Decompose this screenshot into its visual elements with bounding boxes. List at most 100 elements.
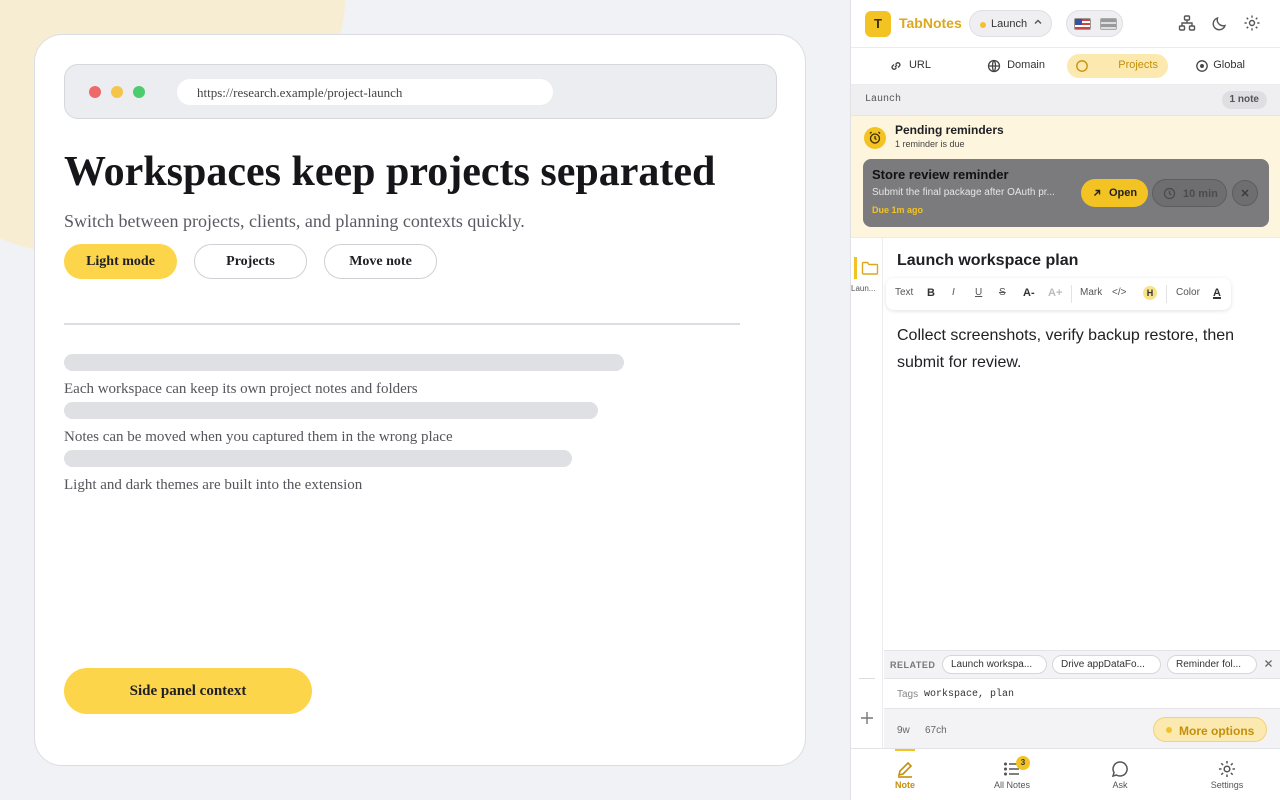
related-chip[interactable]: Reminder fol...	[1167, 655, 1257, 674]
related-chip[interactable]: Launch workspa...	[942, 655, 1047, 674]
language-toggle[interactable]	[1066, 10, 1123, 37]
address-bar[interactable]: https://research.example/project-launch	[177, 79, 553, 105]
tab-url[interactable]: URL	[881, 54, 941, 78]
circle-icon	[1076, 60, 1088, 72]
gear-icon[interactable]	[1243, 14, 1263, 34]
related-label: RELATED	[890, 660, 936, 670]
highlight-button[interactable]: H	[1143, 286, 1157, 300]
code-button[interactable]: </>	[1112, 287, 1126, 298]
increase-size-button[interactable]: A+	[1048, 287, 1062, 299]
plus-icon	[861, 712, 873, 724]
formatting-toolbar: Text B I U S A- A+ Mark </> H Color A	[886, 278, 1231, 310]
reminder-body: Submit the final package after OAuth pr.…	[872, 187, 1055, 198]
snooze-label: 10 min	[1183, 188, 1218, 200]
reminders-title: Pending reminders	[895, 123, 1004, 137]
minimize-dot-icon	[111, 86, 123, 98]
workspace-dot-icon	[980, 22, 986, 28]
reminders-section: Pending reminders 1 reminder is due Stor…	[851, 116, 1280, 238]
decrease-size-button[interactable]: A-	[1023, 287, 1035, 299]
note-title[interactable]: Launch workspace plan	[897, 252, 1078, 270]
bottom-nav: Note 3 All Notes Ask Settings	[851, 748, 1280, 800]
note-body[interactable]: Collect screenshots, verify backup resto…	[897, 322, 1257, 376]
reminder-title: Store review reminder	[872, 167, 1009, 182]
toolbar-separator	[1071, 285, 1072, 303]
bold-button[interactable]: B	[927, 287, 935, 299]
tab-global[interactable]: Global	[1187, 54, 1255, 78]
gear-icon	[1219, 761, 1235, 777]
workspace-selector[interactable]: Launch	[969, 10, 1052, 37]
open-reminder-button[interactable]: Open	[1081, 179, 1148, 207]
nav-all-notes[interactable]: 3 All Notes	[972, 749, 1052, 800]
close-dot-icon	[89, 86, 101, 98]
folder-icon	[861, 261, 879, 275]
page-headline: Workspaces keep projects separated	[64, 149, 716, 195]
scope-tabs: URL Domain Projects Global	[851, 48, 1280, 85]
projects-button[interactable]: Projects	[194, 244, 307, 279]
color-button[interactable]: Color	[1176, 287, 1200, 298]
list-item: Notes can be moved when you captured the…	[64, 429, 453, 445]
moon-icon[interactable]	[1211, 14, 1231, 34]
target-icon	[1196, 60, 1208, 72]
mark-button[interactable]: Mark	[1080, 287, 1102, 298]
reminders-subtitle: 1 reminder is due	[895, 139, 965, 149]
tab-projects[interactable]: Projects	[1067, 54, 1168, 78]
list-item: Each workspace can keep its own project …	[64, 381, 418, 397]
nav-settings-label: Settings	[1210, 780, 1244, 790]
side-panel-context-button[interactable]: Side panel context	[64, 668, 312, 714]
more-options-label: More options	[1179, 724, 1255, 738]
nav-note[interactable]: Note	[865, 749, 945, 800]
browser-chrome: https://research.example/project-launch	[64, 64, 777, 119]
nav-note-label: Note	[895, 780, 915, 790]
dismiss-reminder-button[interactable]	[1232, 180, 1258, 206]
arrow-up-right-icon	[1094, 189, 1101, 196]
close-icon	[1241, 189, 1249, 197]
nav-settings[interactable]: Settings	[1187, 749, 1267, 800]
add-folder-button[interactable]	[857, 710, 877, 730]
rail-divider	[859, 678, 875, 679]
us-flag-icon[interactable]	[1074, 18, 1091, 30]
italic-button[interactable]: I	[952, 287, 955, 298]
tags-value[interactable]: workspace, plan	[924, 689, 1014, 700]
more-options-button[interactable]: More options	[1153, 717, 1267, 742]
strikethrough-button[interactable]: S	[999, 287, 1006, 298]
alarm-clock-icon	[864, 127, 886, 149]
tab-domain[interactable]: Domain	[979, 54, 1055, 78]
underline-button[interactable]: U	[975, 287, 982, 298]
skeleton-bar	[64, 402, 598, 419]
nav-all-notes-label: All Notes	[993, 780, 1030, 790]
app-name: TabNotes	[899, 15, 962, 31]
side-panel: T TabNotes Launch URL Domain Projects Gl…	[850, 0, 1280, 800]
divider	[64, 323, 740, 325]
folder-item[interactable]	[854, 257, 880, 279]
reminder-card: Store review reminder Submit the final p…	[863, 159, 1269, 227]
link-icon	[891, 62, 901, 70]
tags-row[interactable]: Tags workspace, plan	[884, 678, 1280, 708]
pencil-icon	[897, 761, 913, 778]
browser-mockup: https://research.example/project-launch …	[34, 34, 806, 766]
snooze-button[interactable]: 10 min	[1152, 179, 1227, 207]
alt-flag-icon[interactable]	[1100, 18, 1117, 30]
page-subline: Switch between projects, clients, and pl…	[64, 211, 525, 231]
open-label: Open	[1109, 187, 1138, 199]
related-notes-bar: RELATED Launch workspa... Drive appDataF…	[884, 650, 1280, 678]
tab-global-label: Global	[1213, 59, 1245, 71]
note-count-badge: 1 note	[1221, 91, 1267, 109]
move-note-button[interactable]: Move note	[324, 244, 437, 279]
list-item: Light and dark themes are built into the…	[64, 477, 363, 493]
char-count: 67ch	[925, 725, 947, 736]
close-related-icon[interactable]	[1264, 657, 1273, 671]
folder-rail: Laun...	[851, 238, 883, 748]
note-meta-bar: 9w 67ch More options	[884, 708, 1280, 748]
related-chip[interactable]: Drive appDataFo...	[1052, 655, 1161, 674]
nav-ask[interactable]: Ask	[1080, 749, 1160, 800]
text-style-button[interactable]: Text	[895, 287, 913, 298]
tab-domain-label: Domain	[1007, 59, 1045, 71]
app-logo: T	[865, 11, 891, 37]
chat-bubble-icon	[1111, 761, 1128, 778]
panel-header: T TabNotes Launch	[851, 0, 1280, 48]
globe-icon	[987, 59, 1001, 73]
sitemap-icon[interactable]	[1178, 14, 1198, 34]
font-color-button[interactable]: A	[1213, 287, 1221, 299]
light-mode-button[interactable]: Light mode	[64, 244, 177, 279]
word-count: 9w	[897, 725, 910, 736]
